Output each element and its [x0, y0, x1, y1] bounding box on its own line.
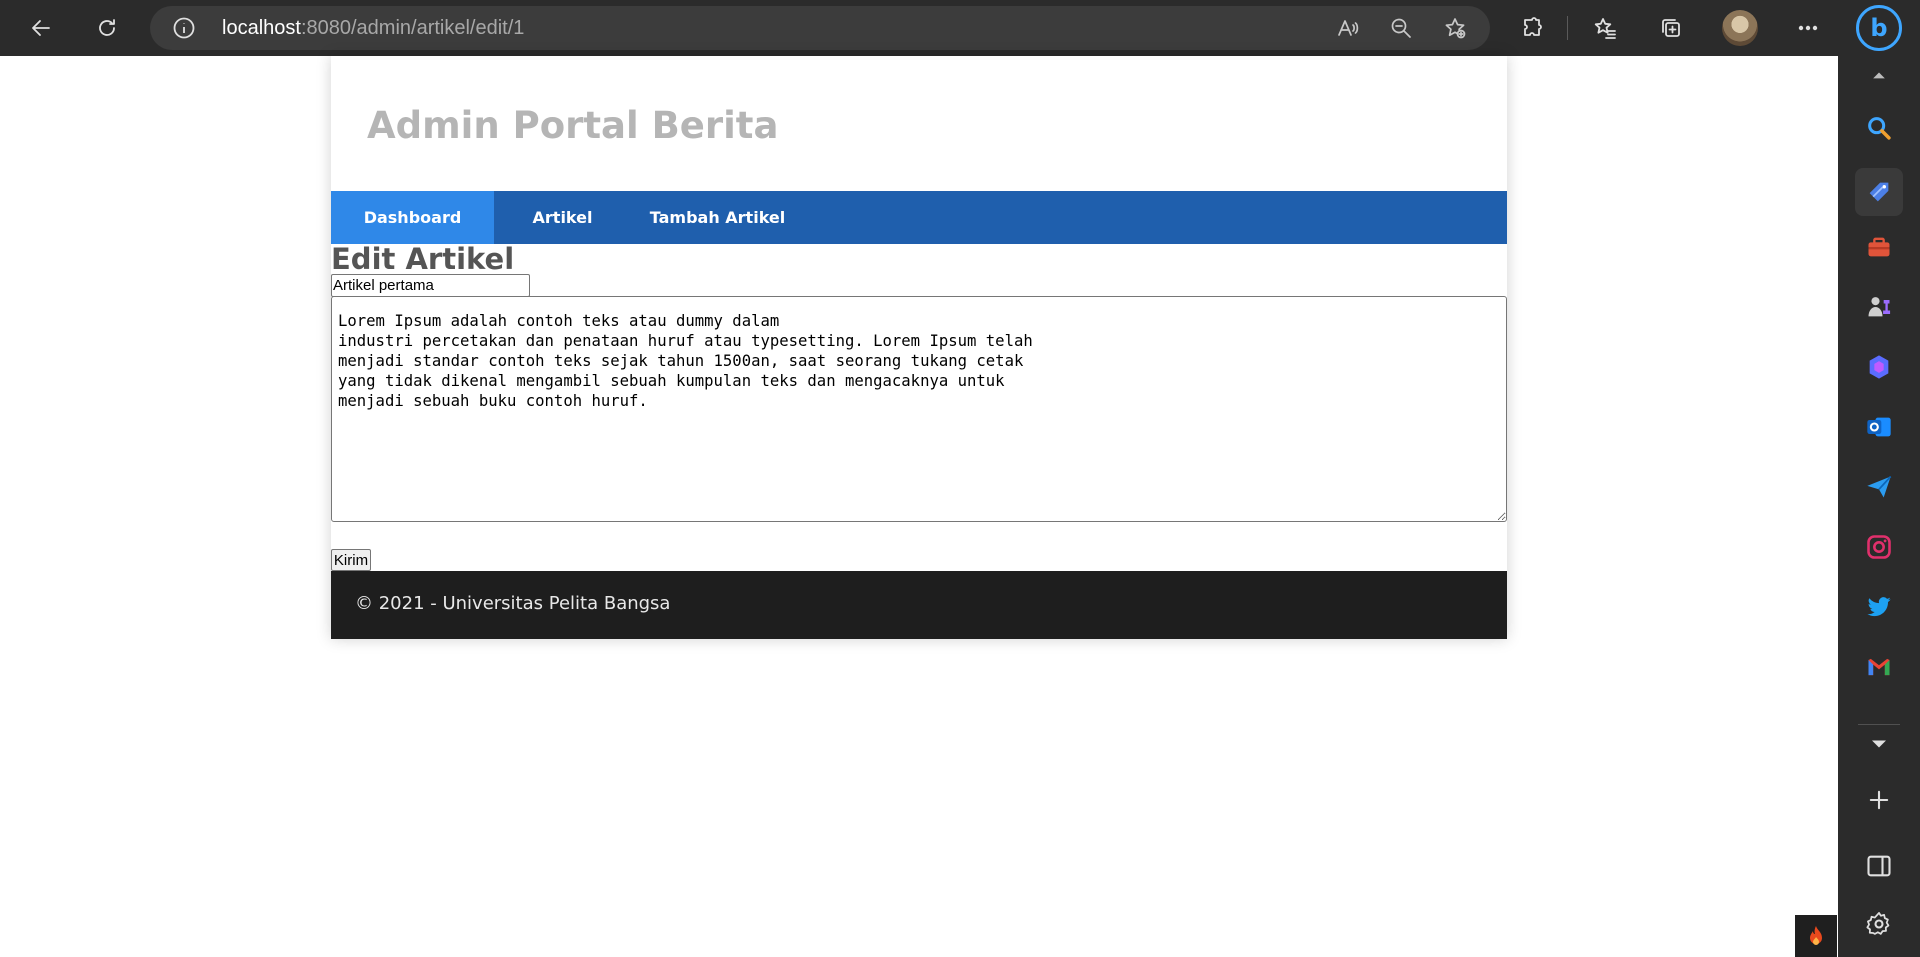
url-text[interactable]: localhost:8080/admin/artikel/edit/1: [222, 17, 524, 40]
read-aloud-icon[interactable]: [1334, 14, 1362, 42]
site-header: Admin Portal Berita: [331, 56, 1507, 191]
scroll-up-icon[interactable]: [1859, 56, 1899, 96]
submit-button[interactable]: Kirim: [331, 549, 371, 571]
site-footer: © 2021 - Universitas Pelita Bangsa: [331, 571, 1507, 639]
chevron-down-icon[interactable]: [1859, 724, 1899, 764]
settings-menu-button[interactable]: [1788, 8, 1828, 48]
add-favorite-icon[interactable]: [1441, 14, 1469, 42]
add-icon[interactable]: [1859, 780, 1899, 820]
outlook-icon[interactable]: [1859, 407, 1899, 447]
site-info-icon[interactable]: [172, 16, 196, 40]
collections-icon: [1662, 19, 1680, 37]
page-container: Admin Portal Berita Dashboard Artikel Ta…: [331, 56, 1507, 639]
reload-button[interactable]: [87, 8, 127, 48]
back-button[interactable]: [21, 8, 61, 48]
profile-avatar[interactable]: [1722, 10, 1758, 46]
puzzle-icon: [1524, 17, 1542, 36]
copilot-icon[interactable]: [1859, 347, 1899, 387]
split-screen-icon[interactable]: [1859, 846, 1899, 886]
favorites-button[interactable]: [1585, 8, 1625, 48]
collections-button[interactable]: [1651, 8, 1691, 48]
games-icon[interactable]: [1859, 287, 1899, 327]
back-arrow-icon: [32, 20, 50, 36]
toolbox-icon[interactable]: [1859, 227, 1899, 267]
zoom-out-icon[interactable]: [1387, 14, 1415, 42]
reload-icon: [99, 19, 115, 36]
url-host: localhost: [222, 17, 301, 39]
browser-sidebar: [1838, 56, 1920, 957]
main-nav: Dashboard Artikel Tambah Artikel: [331, 191, 1507, 244]
nav-dashboard[interactable]: Dashboard: [331, 191, 494, 244]
bing-chat-button[interactable]: b: [1856, 5, 1902, 51]
send-icon[interactable]: [1859, 467, 1899, 507]
address-bar[interactable]: localhost:8080/admin/artikel/edit/1: [150, 6, 1490, 50]
instagram-icon[interactable]: [1859, 527, 1899, 567]
gmail-icon[interactable]: [1859, 647, 1899, 687]
settings-icon[interactable]: [1859, 904, 1899, 944]
site-title: Admin Portal Berita: [367, 104, 779, 147]
extensions-button[interactable]: [1512, 8, 1552, 48]
page-heading: Edit Artikel: [331, 242, 515, 276]
toolbar-separator: [1567, 16, 1568, 40]
nav-artikel[interactable]: Artikel: [494, 191, 631, 244]
url-path: :8080/admin/artikel/edit/1: [300, 17, 525, 39]
footer-copyright: © 2021 - Universitas Pelita Bangsa: [355, 593, 671, 614]
body-textarea[interactable]: Lorem Ipsum adalah contoh teks atau dumm…: [331, 296, 1507, 522]
favorites-icon: [1594, 18, 1616, 39]
title-input[interactable]: [331, 274, 530, 297]
bing-icon: b: [1870, 14, 1888, 42]
more-icon: [1798, 25, 1818, 31]
search-icon[interactable]: [1859, 108, 1899, 148]
flame-icon[interactable]: [1795, 915, 1837, 957]
tag-icon[interactable]: [1855, 168, 1903, 216]
browser-toolbar: localhost:8080/admin/artikel/edit/1 b: [0, 0, 1920, 56]
nav-tambah-artikel[interactable]: Tambah Artikel: [631, 191, 804, 244]
twitter-icon[interactable]: [1859, 587, 1899, 627]
